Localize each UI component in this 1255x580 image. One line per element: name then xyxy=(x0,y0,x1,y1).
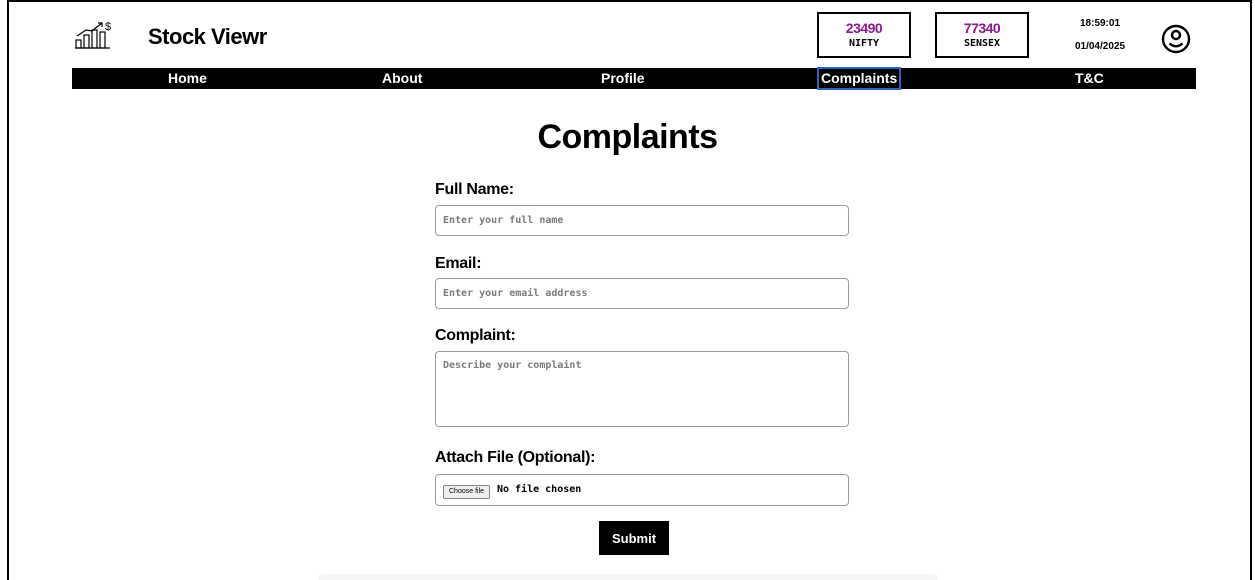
email-label: Email: xyxy=(435,255,482,272)
complaint-textarea[interactable] xyxy=(435,351,849,427)
clock: 18:59:01 01/04/2025 xyxy=(1068,18,1132,52)
user-profile-icon[interactable] xyxy=(1160,23,1192,55)
main-nav: Home About Profile Complaints T&C xyxy=(72,67,1196,90)
ticker-label: SENSEX xyxy=(963,38,1001,49)
ticker-value: 77340 xyxy=(963,20,1001,36)
nav-about[interactable]: About xyxy=(382,68,422,89)
complaint-label: Complaint: xyxy=(435,327,516,344)
email-input[interactable] xyxy=(435,278,849,309)
choose-file-button[interactable]: Choose file xyxy=(443,485,491,499)
ticker-value: 23490 xyxy=(845,20,883,36)
ticker-label: NIFTY xyxy=(848,38,880,49)
file-input[interactable]: Choose file No file chosen xyxy=(435,474,849,506)
clock-time: 18:59:01 xyxy=(1079,18,1121,29)
nav-home[interactable]: Home xyxy=(168,68,207,89)
svg-text:$: $ xyxy=(105,21,111,33)
ticker-nifty: 23490 NIFTY xyxy=(817,12,911,58)
file-status: No file chosen xyxy=(497,484,582,495)
full-name-label: Full Name: xyxy=(435,181,514,198)
submit-button[interactable]: Submit xyxy=(599,521,669,555)
ticker-sensex: 77340 SENSEX xyxy=(935,12,1029,58)
nav-terms[interactable]: T&C xyxy=(1075,68,1104,89)
nav-complaints[interactable]: Complaints xyxy=(816,67,902,90)
full-name-input[interactable] xyxy=(435,205,849,236)
stock-chart-dollar-icon: $ xyxy=(74,20,114,50)
brand-name[interactable]: Stock Viewr xyxy=(148,24,267,50)
nav-profile[interactable]: Profile xyxy=(601,68,645,89)
clock-date: 01/04/2025 xyxy=(1074,41,1126,52)
footer-edge xyxy=(318,574,938,580)
page-title: Complaints xyxy=(537,118,718,156)
attachment-label: Attach File (Optional): xyxy=(435,449,596,466)
